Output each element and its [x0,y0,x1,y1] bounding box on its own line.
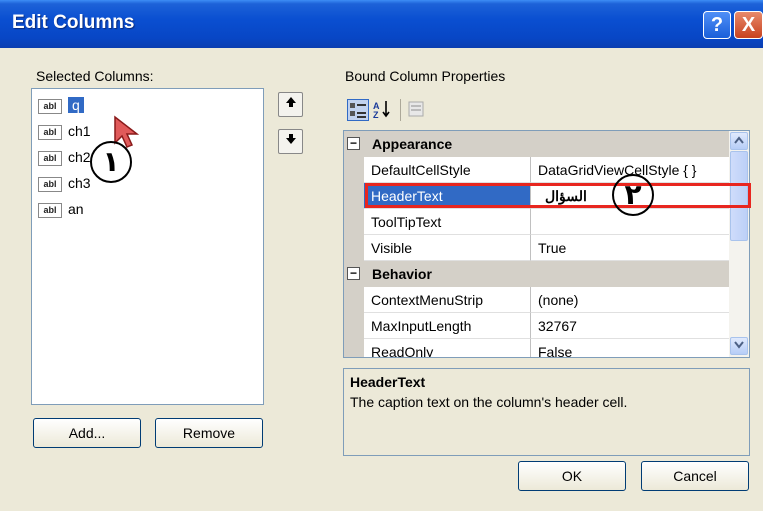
sort-alphabetical-icon: A Z [373,101,390,120]
property-value[interactable]: (none) [531,287,729,313]
add-button[interactable]: Add... [33,418,141,448]
close-button[interactable]: X [734,11,763,39]
categorized-icon [350,103,366,118]
property-name: ToolTipText [364,209,531,235]
highlight-box [365,183,751,208]
category-label: Behavior [372,266,432,282]
alphabetical-view-button[interactable]: A Z [372,99,394,121]
scroll-down-button[interactable] [730,337,748,355]
title-bar: Edit Columns ? X [0,0,763,48]
selected-columns-list[interactable]: abl q abl ch1 abl ch2 abl ch3 abl an [31,88,264,405]
category-behavior[interactable]: − Behavior [344,261,729,287]
description-title: HeaderText [350,374,426,390]
collapse-icon[interactable]: − [347,137,360,150]
property-value[interactable]: False [531,339,729,357]
property-name: ContextMenuStrip [364,287,531,313]
category-appearance[interactable]: − Appearance [344,131,729,157]
svg-text:Z: Z [373,110,379,119]
property-name: MaxInputLength [364,313,531,339]
annotation-marker-one: ١ [90,141,132,183]
category-label: Appearance [372,136,453,152]
edit-columns-dialog: Edit Columns ? X Selected Columns: abl q… [0,0,763,511]
textbox-column-icon: abl [38,177,62,192]
property-name: ReadOnly [364,339,531,357]
scroll-up-button[interactable] [730,132,748,150]
property-pages-button[interactable] [406,99,428,121]
property-name: DefaultCellStyle [364,157,531,183]
column-item-label: q [68,97,84,113]
chevron-up-icon [734,136,744,144]
column-item-label: ch1 [68,123,91,139]
textbox-column-icon: abl [38,203,62,218]
selected-columns-label: Selected Columns: [36,68,154,84]
ok-button[interactable]: OK [518,461,626,491]
chevron-down-icon [734,341,744,349]
property-name: Visible [364,235,531,261]
property-row-defaultcellstyle[interactable]: DefaultCellStyle DataGridViewCellStyle {… [344,157,729,183]
column-item-label: ch3 [68,175,91,191]
column-item-label: ch2 [68,149,91,165]
property-value[interactable]: True [531,235,729,261]
move-down-button[interactable] [278,129,303,154]
description-panel: HeaderText The caption text on the colum… [343,368,750,456]
remove-button[interactable]: Remove [155,418,263,448]
textbox-column-icon: abl [38,125,62,140]
collapse-icon[interactable]: − [347,267,360,280]
property-row-readonly[interactable]: ReadOnly False [344,339,729,357]
arrow-down-icon [285,134,296,144]
property-row-visible[interactable]: Visible True [344,235,729,261]
vertical-scrollbar[interactable] [729,131,749,357]
description-text: The caption text on the column's header … [350,394,628,410]
textbox-column-icon: abl [38,151,62,166]
property-row-contextmenustrip[interactable]: ContextMenuStrip (none) [344,287,729,313]
property-pages-icon [408,101,424,117]
bound-column-properties-label: Bound Column Properties [345,68,506,84]
property-grid[interactable]: − Appearance DefaultCellStyle DataGridVi… [343,130,750,358]
property-row-tooltiptext[interactable]: ToolTipText [344,209,729,235]
cancel-button[interactable]: Cancel [641,461,749,491]
arrow-up-icon [285,97,296,107]
column-item-label: an [68,201,84,217]
toolbar-separator [400,99,401,121]
categorized-view-button[interactable] [347,99,369,121]
property-value[interactable]: 32767 [531,313,729,339]
window-title: Edit Columns [12,12,135,33]
move-up-button[interactable] [278,92,303,117]
property-row-maxinputlength[interactable]: MaxInputLength 32767 [344,313,729,339]
annotation-marker-two: ٢ [612,174,654,216]
textbox-column-icon: abl [38,99,62,114]
help-button[interactable]: ? [703,11,731,39]
